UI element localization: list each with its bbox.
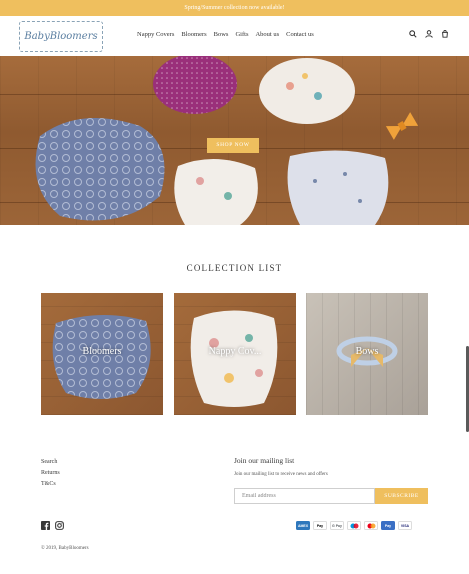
nav-item-bows[interactable]: Bows <box>214 31 229 38</box>
nav-item-contact-us[interactable]: Contact us <box>286 31 314 38</box>
cart-icon[interactable] <box>441 30 449 38</box>
announcement-bar: Spring/Summer collection now available! <box>0 0 469 16</box>
drop-print <box>358 199 362 203</box>
facebook-icon[interactable] <box>41 521 50 530</box>
main-nav: Nappy Covers Bloomers Bows Gifts About u… <box>137 31 314 38</box>
flower-print <box>224 192 232 200</box>
collection-list-title: COLLECTION LIST <box>186 263 283 273</box>
drop-print <box>343 172 347 176</box>
logo[interactable]: BabyBloomers <box>19 21 103 52</box>
flower-print <box>302 73 308 79</box>
account-icon[interactable] <box>425 30 433 38</box>
collection-card-bloomers[interactable]: Bloomers <box>41 293 163 415</box>
amex-icon: AMEX <box>296 521 310 530</box>
subscribe-button[interactable]: SUBSCRIBE <box>375 488 428 504</box>
collection-label: Bloomers <box>82 346 122 357</box>
mailing-list-title: Join our mailing list <box>234 456 295 465</box>
blue-pattern <box>35 118 165 221</box>
drop-print <box>313 179 317 183</box>
apple-pay-icon: Pay <box>313 521 327 530</box>
email-input[interactable] <box>234 488 375 504</box>
footer-link-search[interactable]: Search <box>41 457 60 468</box>
hero-banner: SHOP NOW <box>0 56 469 225</box>
header-icons <box>409 30 449 38</box>
flower-print <box>314 92 322 100</box>
mastercard-icon <box>364 521 378 530</box>
payment-icons: AMEX Pay G Pay Pay VISA <box>296 521 412 530</box>
visa-icon: VISA <box>398 521 412 530</box>
nav-item-gifts[interactable]: Gifts <box>235 31 248 38</box>
social-links <box>41 521 64 530</box>
copyright: © 2019, BabyBloomers <box>41 546 89 551</box>
search-icon[interactable] <box>409 30 417 38</box>
collection-card-nappy-covers[interactable]: Nappy Cov... <box>174 293 296 415</box>
collection-card-bows[interactable]: Bows <box>306 293 428 415</box>
mailing-list-subtitle: Join our mailing list to receive news an… <box>234 472 328 477</box>
grey-raindrop-bloomers <box>287 150 389 225</box>
google-pay-icon: G Pay <box>330 521 344 530</box>
floral-bloomers-top <box>259 58 355 124</box>
footer-link-tcs[interactable]: T&Cs <box>41 479 60 490</box>
flower-print <box>196 177 204 185</box>
collection-label: Nappy Cov... <box>208 346 262 357</box>
magenta-pattern <box>153 56 237 114</box>
orange-bow <box>385 112 419 140</box>
nav-item-about-us[interactable]: About us <box>255 31 279 38</box>
flower-print <box>286 82 294 90</box>
maestro-icon <box>347 521 361 530</box>
nav-item-bloomers[interactable]: Bloomers <box>181 31 206 38</box>
collection-label: Bows <box>355 346 379 357</box>
site-header: BabyBloomers Nappy Covers Bloomers Bows … <box>0 16 469 56</box>
white-floral-bloomers <box>174 158 258 225</box>
footer-link-returns[interactable]: Returns <box>41 468 60 479</box>
shop-now-button[interactable]: SHOP NOW <box>207 138 259 153</box>
instagram-icon[interactable] <box>55 521 64 530</box>
nav-item-nappy-covers[interactable]: Nappy Covers <box>137 31 174 38</box>
footer-links: Search Returns T&Cs <box>41 457 60 490</box>
shop-pay-icon: Pay <box>381 521 395 530</box>
